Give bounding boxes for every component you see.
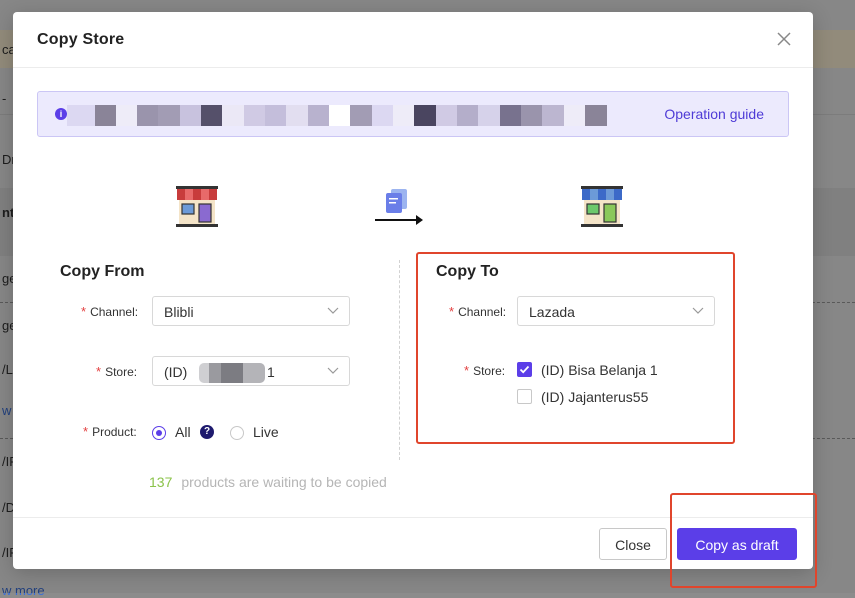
chevron-down-icon (327, 307, 339, 314)
target-store-icon (581, 186, 623, 227)
copy-from-store-suffix: 1 (267, 364, 275, 380)
copy-from-channel-label: * Channel: (81, 304, 139, 319)
operation-guide-link[interactable]: Operation guide (664, 106, 764, 122)
info-icon: i (55, 108, 67, 120)
close-button[interactable]: Close (599, 528, 667, 560)
chevron-down-icon (327, 367, 339, 374)
product-all-radio[interactable] (152, 426, 166, 440)
dialog-title: Copy Store (37, 31, 125, 48)
copy-from-product-label: * Product: (83, 424, 137, 439)
copy-from-store-prefix: (ID) (164, 364, 188, 380)
dialog-header: Copy Store (13, 12, 813, 68)
product-live-radio[interactable] (230, 426, 244, 440)
section-divider (399, 260, 400, 460)
products-waiting-text: 137 products are waiting to be copied (149, 474, 387, 490)
products-count: 137 (149, 474, 173, 490)
copy-from-store-label: * Store: (96, 364, 138, 379)
product-live-label[interactable]: Live (253, 424, 279, 440)
copy-from-channel-value: Blibli (164, 304, 194, 320)
close-icon[interactable] (775, 30, 793, 48)
copy-arrow-icon (375, 189, 423, 225)
source-store-icon (176, 186, 218, 227)
product-all-label[interactable]: All (175, 424, 191, 440)
notice-bar: i Operation guide (37, 91, 789, 137)
copy-from-title: Copy From (60, 263, 145, 280)
annotation-highlight-copy-button (670, 493, 817, 588)
copy-from-channel-select[interactable]: Blibli (152, 296, 350, 326)
help-icon[interactable]: ? (200, 425, 214, 439)
annotation-highlight-copy-to (416, 252, 735, 444)
copy-from-store-select[interactable]: (ID) 1 (152, 356, 350, 386)
